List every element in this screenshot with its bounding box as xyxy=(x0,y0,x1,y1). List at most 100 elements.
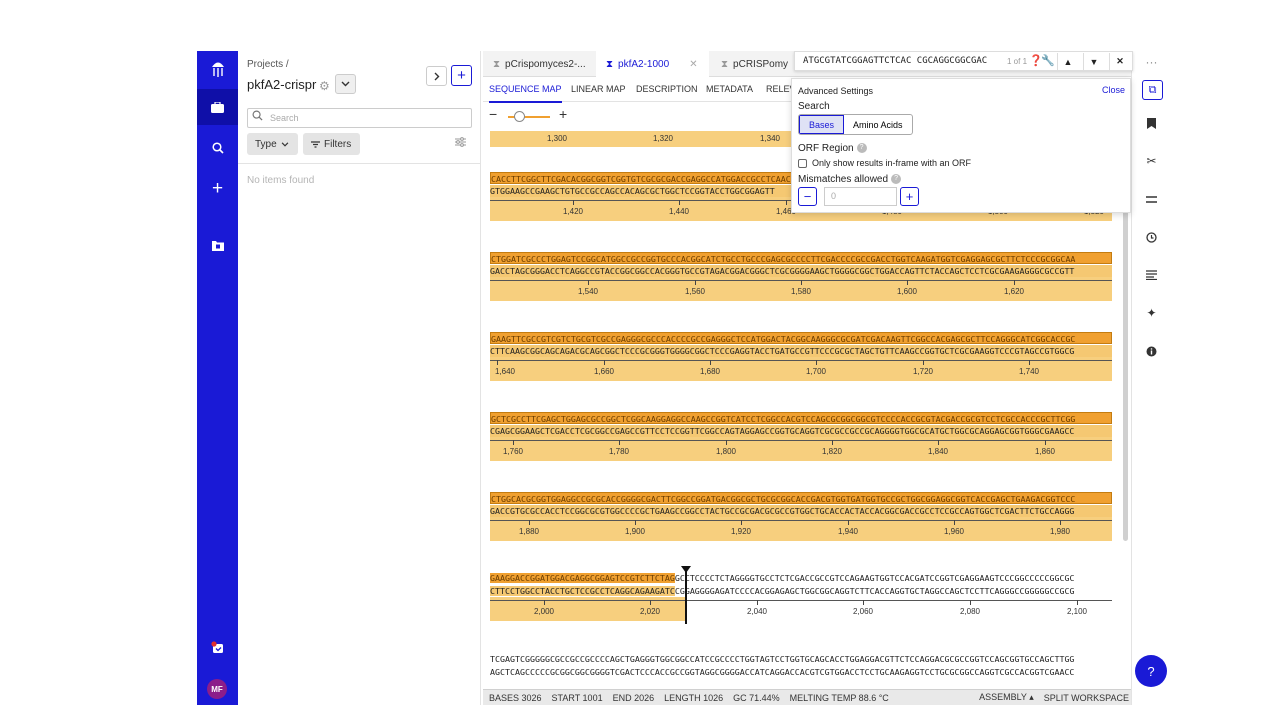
sparkle-icon[interactable]: ✦ xyxy=(1132,302,1170,324)
ruler-tick xyxy=(650,600,651,605)
ruler-label: 1,980 xyxy=(1049,527,1071,536)
gear-icon[interactable]: ⚙ xyxy=(319,79,330,93)
align-icon[interactable] xyxy=(1132,188,1170,210)
ruler-label: 1,960 xyxy=(943,527,965,536)
briefcase-icon[interactable] xyxy=(197,89,238,125)
selected-sequence[interactable]: CTTCCTGGCCTACCTGCTCCGCCTCAGGCAGAAGATC xyxy=(490,586,675,596)
search-input[interactable]: Search xyxy=(247,108,472,128)
sequence-bottom-strand[interactable]: GACCTAGCGGGACCTCAGGCCGTACCGGCGGCCACGGGTG… xyxy=(490,265,1112,277)
ruler-label: 1,680 xyxy=(699,367,721,376)
ruler-label: 1,920 xyxy=(730,527,752,536)
sequence-top-strand[interactable]: CTGGATCGCCCTGGAGTCCGGCATGGCCGCCGGTGCCCAC… xyxy=(490,252,1112,264)
jellyfish-logo-icon[interactable] xyxy=(197,51,238,87)
help-button[interactable]: ? xyxy=(1135,655,1167,687)
sequence-bottom-strand[interactable]: AGCTCAGCCCCCGCGGCGGCGGGGTCGACTCCCACCGCCG… xyxy=(490,666,1112,678)
sequence-map[interactable]: 1,300 1,320 1,340 CACCTTCGGCTTCGACACGGCG… xyxy=(490,131,1115,688)
tab-pcrispomy[interactable]: ⧗ pCRISPomy xyxy=(711,51,801,77)
zoom-slider-handle[interactable] xyxy=(514,111,525,122)
decrement-button[interactable]: − xyxy=(798,187,817,206)
sequence-text[interactable]: CGGAGGGGAGATCCCCACGGAGAGCTGGCGGCAGGTCTTC… xyxy=(675,586,1075,596)
status-bar: BASES 3026 START 1001 END 2026 LENGTH 10… xyxy=(483,689,1131,705)
help-icon[interactable]: ? xyxy=(891,174,902,185)
ruler-tick xyxy=(588,280,589,285)
collapse-panel-button[interactable] xyxy=(426,66,447,86)
breadcrumb[interactable]: Projects / xyxy=(247,59,289,70)
ruler-tick xyxy=(573,200,574,205)
folder-icon[interactable] xyxy=(197,227,238,263)
wrench-icon[interactable]: 🔧 xyxy=(1041,54,1055,67)
dna-icon: ⧗ xyxy=(493,58,501,70)
bases-count: BASES 3026 xyxy=(489,692,542,703)
ruler-tick xyxy=(848,520,849,525)
add-item-button[interactable]: + xyxy=(451,65,472,86)
list-icon[interactable] xyxy=(1132,264,1170,286)
avatar[interactable]: MF xyxy=(207,679,227,699)
find-next-button[interactable]: ▼ xyxy=(1083,53,1104,70)
help-icon[interactable]: ? xyxy=(856,143,867,154)
assembly-button[interactable]: ASSEMBLY ▴ xyxy=(979,692,1034,703)
selected-sequence[interactable]: GAAGGACCGGATGGACGAGGCGGAGTCCGTCTTCTAG xyxy=(490,573,675,583)
app-window: + MF Projects / pkfA2-crispr ⚙ + Search … xyxy=(197,51,1170,705)
orf-checkbox-label: Only show results in-frame with an ORF xyxy=(812,158,972,168)
split-workspace-button[interactable]: SPLIT WORKSPACE xyxy=(1044,693,1129,703)
selection-cursor[interactable] xyxy=(685,568,687,624)
sequence-bottom-strand[interactable]: CGAGCGGAAGCTCGACCTCGCGGCCGAGCCGTTCCTCCGG… xyxy=(490,425,1112,437)
sequence-bottom-strand[interactable]: CTTCCTGGCCTACCTGCTCCGCCTCAGGCAGAAGATCCGG… xyxy=(490,585,1112,597)
sequence-top-strand[interactable]: GAAGGACCGGATGGACGAGGCGGAGTCCGTCTTCTAGGCC… xyxy=(490,572,1112,584)
ruler-label: 1,880 xyxy=(518,527,540,536)
ruler-label: 1,660 xyxy=(593,367,615,376)
search-mode-toggle: Bases Amino Acids xyxy=(798,114,913,135)
copy-icon[interactable]: ⧉ xyxy=(1142,80,1163,100)
find-bar: ATGCGTATCGGAGTTCTCAC CGCAGGCGGCGAC 1 of … xyxy=(794,51,1133,71)
settings-sliders-icon[interactable] xyxy=(455,137,466,150)
amino-acids-option[interactable]: Amino Acids xyxy=(844,115,912,134)
more-icon[interactable]: ··· xyxy=(1132,55,1170,69)
sequence-bottom-strand[interactable]: CTTCAAGCGGCAGCAGACGCAGCGGCTCCCGCGGGTGGGG… xyxy=(490,345,1112,357)
close-icon[interactable]: ✕ xyxy=(689,59,697,70)
close-link[interactable]: Close xyxy=(1102,85,1125,95)
sequence-text[interactable]: GCCTCCCCTCTAGGGGTGCCTCTCGACCGCCGTCCAGAAG… xyxy=(675,573,1075,583)
orf-checkbox-row[interactable]: Only show results in-frame with an ORF xyxy=(798,158,971,168)
zoom-control: − + xyxy=(489,106,569,124)
bookmark-icon[interactable] xyxy=(1132,112,1170,134)
zoom-out-button[interactable]: − xyxy=(489,106,497,122)
info-icon[interactable] xyxy=(1132,340,1170,362)
ruler-tick xyxy=(635,520,636,525)
close-find-button[interactable]: ✕ xyxy=(1109,53,1130,70)
bases-option[interactable]: Bases xyxy=(799,115,845,134)
tab-pkfa2-1000[interactable]: ⧗ pkfA2-1000 ✕ xyxy=(596,51,709,77)
tab-linear-map[interactable]: LINEAR MAP xyxy=(571,84,626,94)
sequence-top-strand[interactable]: TCGAGTCGGGGGCGCCGCCGCCCCAGCTGAGGGTGGCGGC… xyxy=(490,653,1112,665)
ruler-label: 1,320 xyxy=(652,134,674,143)
mismatches-text: Mismatches allowed xyxy=(798,174,889,185)
scrollbar[interactable] xyxy=(1123,191,1128,541)
chevron-down-icon[interactable] xyxy=(335,74,356,94)
ruler-tick xyxy=(801,280,802,285)
scissors-icon[interactable]: ✂ xyxy=(1132,150,1170,172)
find-previous-button[interactable]: ▲ xyxy=(1057,53,1078,70)
ruler-label: 1,720 xyxy=(912,367,934,376)
sequence-top-strand[interactable]: CTGGCACGCGGTGGAGGCCGCGCACCGGGGCGACTTCGGC… xyxy=(490,492,1112,504)
sequence-top-strand[interactable]: GCTCGCCTTCGAGCTGGAGCGCCGGCTCGGCAAGGAGGCC… xyxy=(490,412,1112,424)
ruler-label: 1,560 xyxy=(684,287,706,296)
plus-icon[interactable]: + xyxy=(197,171,238,207)
type-filter-button[interactable]: Type xyxy=(247,133,298,155)
increment-button[interactable]: + xyxy=(900,187,919,206)
sequence-bottom-strand[interactable]: GACCGTGCGCCACCTCCGGCGCGTGGCCCCGCTGAAGCCG… xyxy=(490,505,1112,517)
tab-pcrispomyces2[interactable]: ⧗ pCrispomyces2-... xyxy=(483,51,595,77)
history-icon[interactable] xyxy=(1132,226,1170,248)
notifications-icon[interactable] xyxy=(197,629,238,665)
find-input[interactable]: ATGCGTATCGGAGTTCTCAC CGCAGGCGGCGAC xyxy=(803,56,1013,66)
tab-metadata[interactable]: METADATA xyxy=(706,84,753,94)
filters-button[interactable]: Filters xyxy=(303,133,360,155)
zoom-in-button[interactable]: + xyxy=(559,106,567,122)
mismatches-input[interactable]: 0 xyxy=(824,187,897,206)
orf-checkbox[interactable] xyxy=(798,158,807,168)
tab-description[interactable]: DESCRIPTION xyxy=(636,84,698,94)
ruler: 1,760 1,780 1,800 1,820 1,840 1,860 xyxy=(490,437,1112,461)
sequence-top-strand[interactable]: GAAGTTCGCCGTCGTCTGCGTCGCCGAGGGCGCCCACCCC… xyxy=(490,332,1112,344)
tab-sequence-map[interactable]: SEQUENCE MAP xyxy=(489,84,562,103)
search-icon[interactable] xyxy=(197,130,238,166)
orf-region-text: ORF Region xyxy=(798,143,854,154)
ruler-label: 2,080 xyxy=(959,607,981,616)
